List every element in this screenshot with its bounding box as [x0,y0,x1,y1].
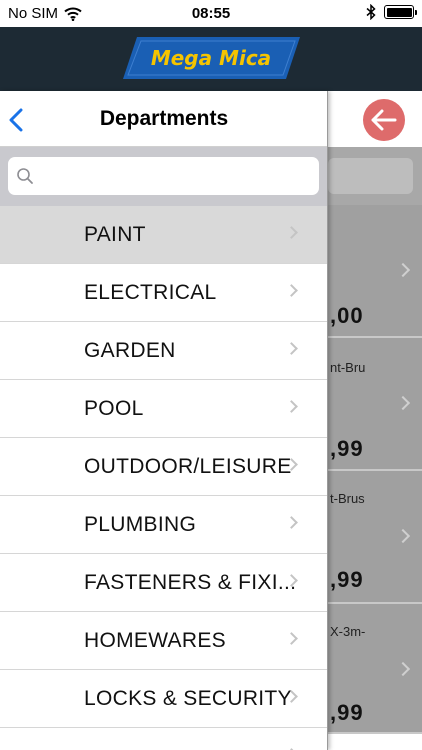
search-icon [16,167,34,185]
product-price: ,99 [330,700,364,726]
product-card[interactable]: nt-Bru ,99 [328,338,422,471]
department-item-electrical[interactable]: ELECTRICAL [0,264,327,322]
battery-icon [384,5,414,19]
logo-text: Mega Mica [151,46,271,70]
chevron-right-icon [285,400,298,413]
department-item-paint[interactable]: PAINT [0,206,327,264]
department-label: POOL [84,397,144,421]
department-label: GARDEN [84,339,176,363]
product-card[interactable]: ,00 [328,205,422,338]
department-label: FASTENERS & FIXI... [84,571,296,595]
status-time: 08:55 [0,5,422,22]
chevron-right-icon [285,284,298,297]
app-header: Mega Mica [0,27,422,91]
department-item-locks-security[interactable]: LOCKS & SECURITY [0,670,327,728]
chevron-right-icon [285,516,298,529]
background-search-box [328,158,413,194]
department-label: ELECTRICAL [84,281,217,305]
product-name: t-Brus [330,491,365,506]
battery-level [387,8,412,17]
department-label: LOCKS & SECURITY [84,687,292,711]
department-item-garden[interactable]: GARDEN [0,322,327,380]
department-item-homewares[interactable]: HOMEWARES [0,612,327,670]
department-label: PLUMBING [84,513,196,537]
product-name: X-3m- [330,624,365,639]
product-price: ,99 [330,436,364,462]
product-card[interactable]: X-3m- ,99 [328,604,422,734]
drawer-title: Departments [0,107,328,131]
arrow-left-icon [371,109,397,131]
chevron-right-icon [396,662,410,676]
department-item-outdoor-leisure[interactable]: OUTDOOR/LEISURE [0,438,327,496]
status-bar: No SIM 08:55 [0,0,422,27]
department-item-fasteners-fixings[interactable]: FASTENERS & FIXI... [0,554,327,612]
product-card[interactable]: t-Brus ,99 [328,471,422,604]
chevron-right-icon [396,396,410,410]
chevron-right-icon [396,529,410,543]
status-right [366,4,414,20]
drawer-header: Departments [0,91,327,147]
product-name: nt-Bru [330,360,365,375]
department-item-partial[interactable] [0,728,327,750]
department-label: PAINT [84,223,146,247]
chevron-right-icon [285,632,298,645]
chevron-right-icon [396,263,410,277]
chevron-right-icon [285,342,298,355]
department-item-pool[interactable]: POOL [0,380,327,438]
departments-drawer: Departments PAINT ELECTRICAL GARDEN POOL [0,91,328,750]
return-button[interactable] [363,99,405,141]
search-box[interactable] [8,157,319,195]
search-input[interactable] [40,157,310,195]
mega-mica-logo[interactable]: Mega Mica [123,37,300,79]
chevron-right-icon [285,226,298,239]
department-list: PAINT ELECTRICAL GARDEN POOL OUTDOOR/LEI… [0,206,327,750]
department-label: OUTDOOR/LEISURE [84,455,292,479]
bluetooth-icon [366,4,376,20]
department-label: HOMEWARES [84,629,226,653]
product-price: ,00 [330,303,364,329]
search-bar [0,147,327,206]
department-item-plumbing[interactable]: PLUMBING [0,496,327,554]
product-price: ,99 [330,567,364,593]
